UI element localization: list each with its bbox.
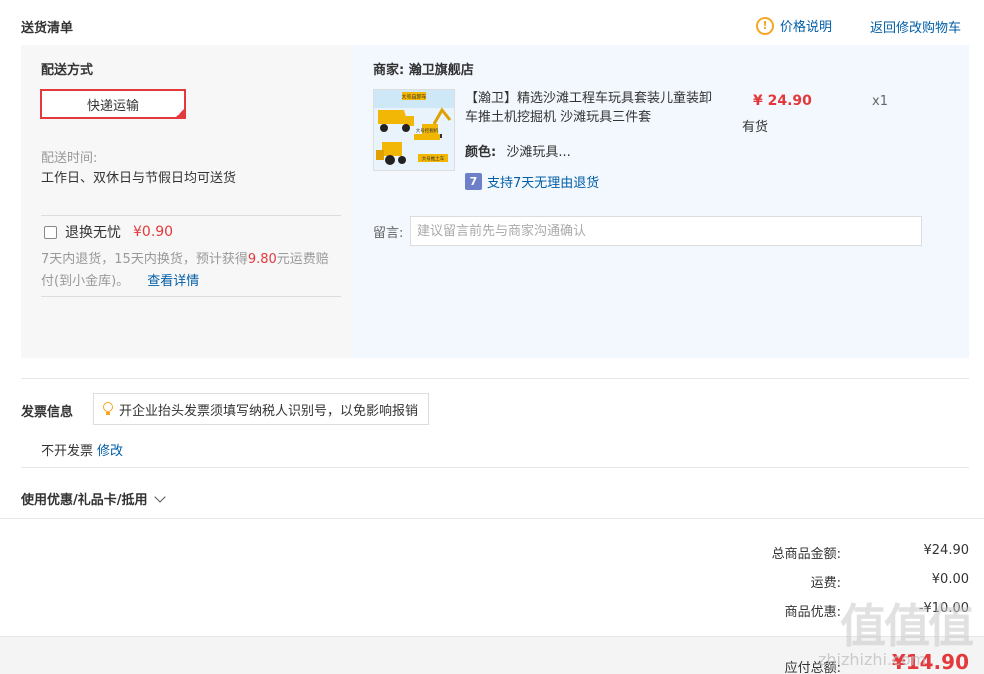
divider: [0, 518, 984, 519]
insurance-desc-amount: 9.80: [247, 252, 277, 267]
coupon-toggle[interactable]: 使用优惠/礼品卡/抵用: [21, 489, 166, 508]
lightbulb-icon: [102, 402, 114, 416]
goods-total-value: ¥24.90: [923, 543, 970, 558]
shipping-method-label: 配送方式: [41, 63, 94, 78]
delivery-time-text: 工作日、双休日与节假日均可送货: [41, 171, 237, 186]
page-title: 送货清单: [21, 21, 74, 36]
divider: [21, 378, 969, 379]
stock-status: 有货: [742, 120, 769, 135]
check-icon: ✓: [176, 109, 183, 118]
insurance-checkbox[interactable]: [44, 225, 57, 239]
return-policy[interactable]: 7 支持7天无理由退货: [465, 172, 599, 191]
insurance-price: ¥0.90: [133, 224, 174, 240]
coupon-label: 使用优惠/礼品卡/抵用: [21, 493, 148, 508]
message-label: 留言:: [373, 226, 404, 241]
goods-total-label: 总商品金额:: [771, 547, 841, 562]
invoice-tip: 开企业抬头发票须填写纳税人识别号，以免影响报销: [93, 393, 430, 425]
return-policy-text: 支持7天无理由退货: [487, 176, 600, 191]
freight-label: 运费:: [810, 576, 841, 591]
watermark-logo: 值值值: [840, 599, 974, 653]
invoice-edit-link[interactable]: 修改: [97, 444, 123, 459]
product-image: 大号自卸车 大号挖掘机 大号推土车: [374, 90, 454, 170]
thumb-label-dump-truck: 大号自卸车: [401, 94, 426, 101]
shipping-method-option[interactable]: 快递运输 ✓: [40, 89, 186, 119]
insurance-description: 7天内退货，15天内换货，预计获得9.80元运费赔付(到小金库)。 查看详情: [41, 249, 341, 293]
divider: [41, 296, 341, 297]
invoice-title: 发票信息: [21, 405, 74, 420]
chevron-down-icon: [153, 490, 166, 503]
shop-row: 商家: 瀚卫旗舰店: [373, 59, 474, 78]
watermark-site: zhizhizhi.com: [818, 650, 927, 669]
message-input[interactable]: [410, 216, 922, 246]
insurance-label: 退换无忧: [65, 225, 121, 241]
thumb-label-bulldozer: 大号推土车: [422, 155, 445, 162]
invoice-state: 不开发票 修改: [41, 440, 123, 459]
shop-name[interactable]: 瀚卫旗舰店: [409, 63, 474, 78]
divider: [41, 215, 341, 216]
product-color-value: 沙滩玩具...: [506, 145, 571, 160]
invoice-state-text: 不开发票: [41, 444, 94, 459]
back-to-cart-link[interactable]: 返回修改购物车: [870, 17, 961, 36]
shop-label: 商家:: [373, 63, 405, 78]
seven-day-return-icon: 7: [465, 173, 482, 190]
thumb-label-excavator: 大号挖掘机: [416, 127, 439, 134]
product-quantity: x1: [872, 94, 888, 109]
insurance-desc-prefix: 7天内退货，15天内换货，预计获得: [41, 252, 248, 267]
insurance-details-link[interactable]: 查看详情: [147, 274, 199, 289]
product-color: 颜色: 沙滩玩具...: [465, 141, 571, 160]
price-note-label: 价格说明: [780, 20, 833, 35]
discount-label: 商品优惠:: [784, 605, 841, 620]
delivery-time-label: 配送时间:: [41, 151, 98, 166]
shipping-method-text: 快递运输: [86, 98, 139, 114]
insurance-row[interactable]: 退换无忧 ¥0.90: [44, 222, 173, 242]
invoice-tip-text: 开企业抬头发票须填写纳税人识别号，以免影响报销: [119, 403, 419, 419]
price-note-link[interactable]: ! 价格说明: [756, 16, 832, 35]
product-price: ¥ 24.90: [753, 93, 812, 109]
divider: [21, 467, 969, 468]
freight-value: ¥0.00: [931, 572, 969, 587]
warning-icon: !: [756, 16, 774, 35]
product-thumbnail[interactable]: 大号自卸车 大号挖掘机 大号推土车: [373, 89, 455, 171]
product-color-label: 颜色:: [465, 145, 497, 160]
product-name-link[interactable]: 【瀚卫】精选沙滩工程车玩具套装儿童装卸车推土机挖掘机 沙滩玩具三件套: [465, 89, 715, 127]
